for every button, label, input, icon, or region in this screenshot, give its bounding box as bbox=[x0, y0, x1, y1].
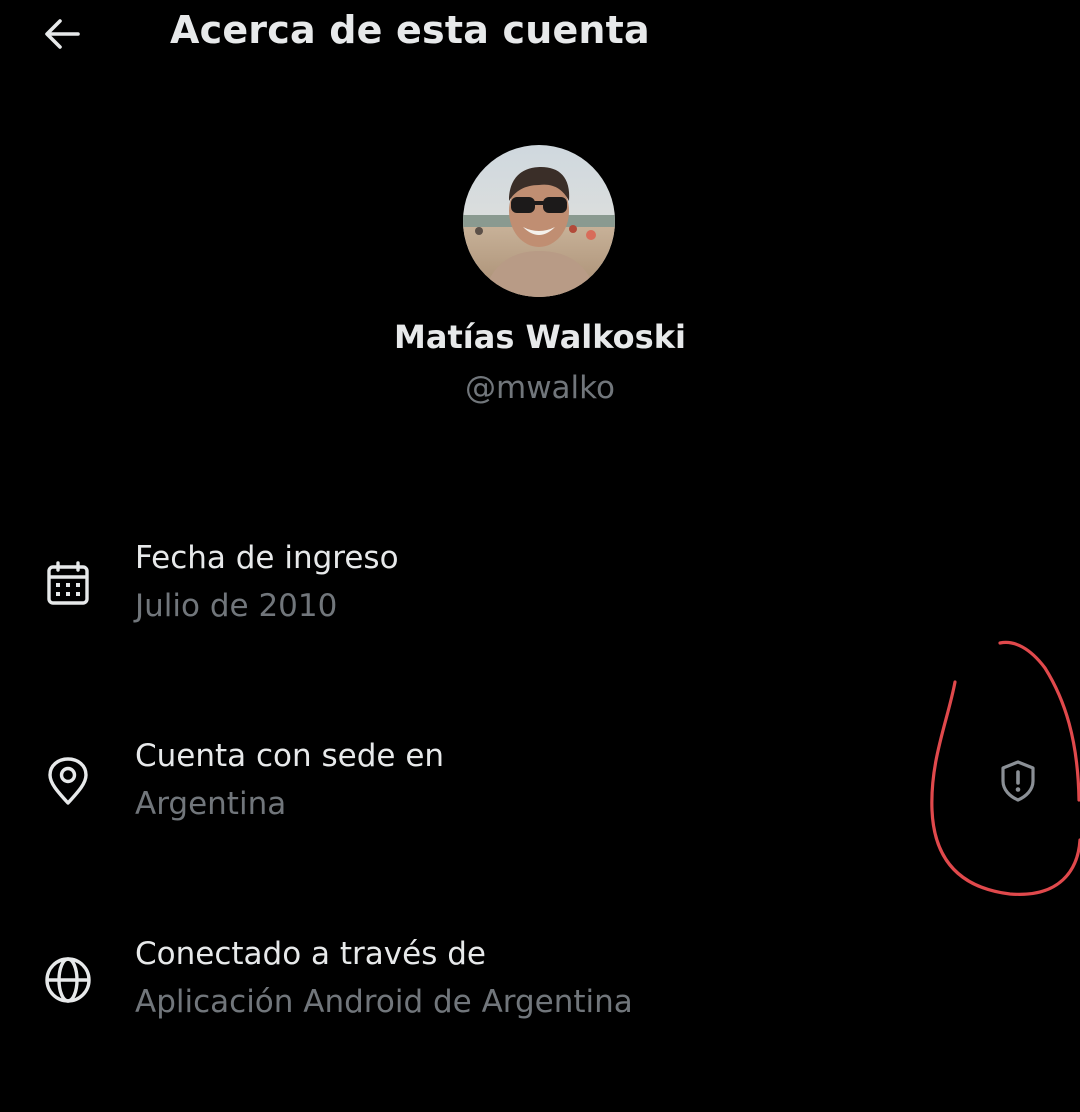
calendar-icon bbox=[42, 558, 94, 610]
page-title: Acerca de esta cuenta bbox=[170, 8, 650, 52]
join-date-label: Fecha de ingreso bbox=[135, 540, 399, 576]
globe-icon bbox=[42, 954, 94, 1006]
arrow-left-icon bbox=[45, 19, 80, 49]
location-pin-icon bbox=[42, 756, 94, 808]
top-app-bar: Acerca de esta cuenta bbox=[0, 0, 1080, 70]
info-row-join-date: Fecha de ingreso Julio de 2010 bbox=[0, 530, 1080, 650]
info-row-connected-via: Conectado a través de Aplicación Android… bbox=[0, 926, 1080, 1046]
connected-via-label: Conectado a través de bbox=[135, 936, 486, 972]
info-row-account-location: Cuenta con sede en Argentina bbox=[0, 728, 1080, 848]
display-name: Matías Walkoski bbox=[394, 318, 686, 356]
username-handle: @mwalko bbox=[465, 370, 615, 406]
shield-alert-icon[interactable] bbox=[994, 755, 1042, 807]
account-location-value: Argentina bbox=[135, 786, 287, 822]
connected-via-value: Aplicación Android de Argentina bbox=[135, 984, 633, 1020]
join-date-value: Julio de 2010 bbox=[135, 588, 338, 624]
account-location-label: Cuenta con sede en bbox=[135, 738, 445, 774]
back-button[interactable] bbox=[38, 12, 86, 56]
avatar[interactable] bbox=[463, 145, 615, 297]
